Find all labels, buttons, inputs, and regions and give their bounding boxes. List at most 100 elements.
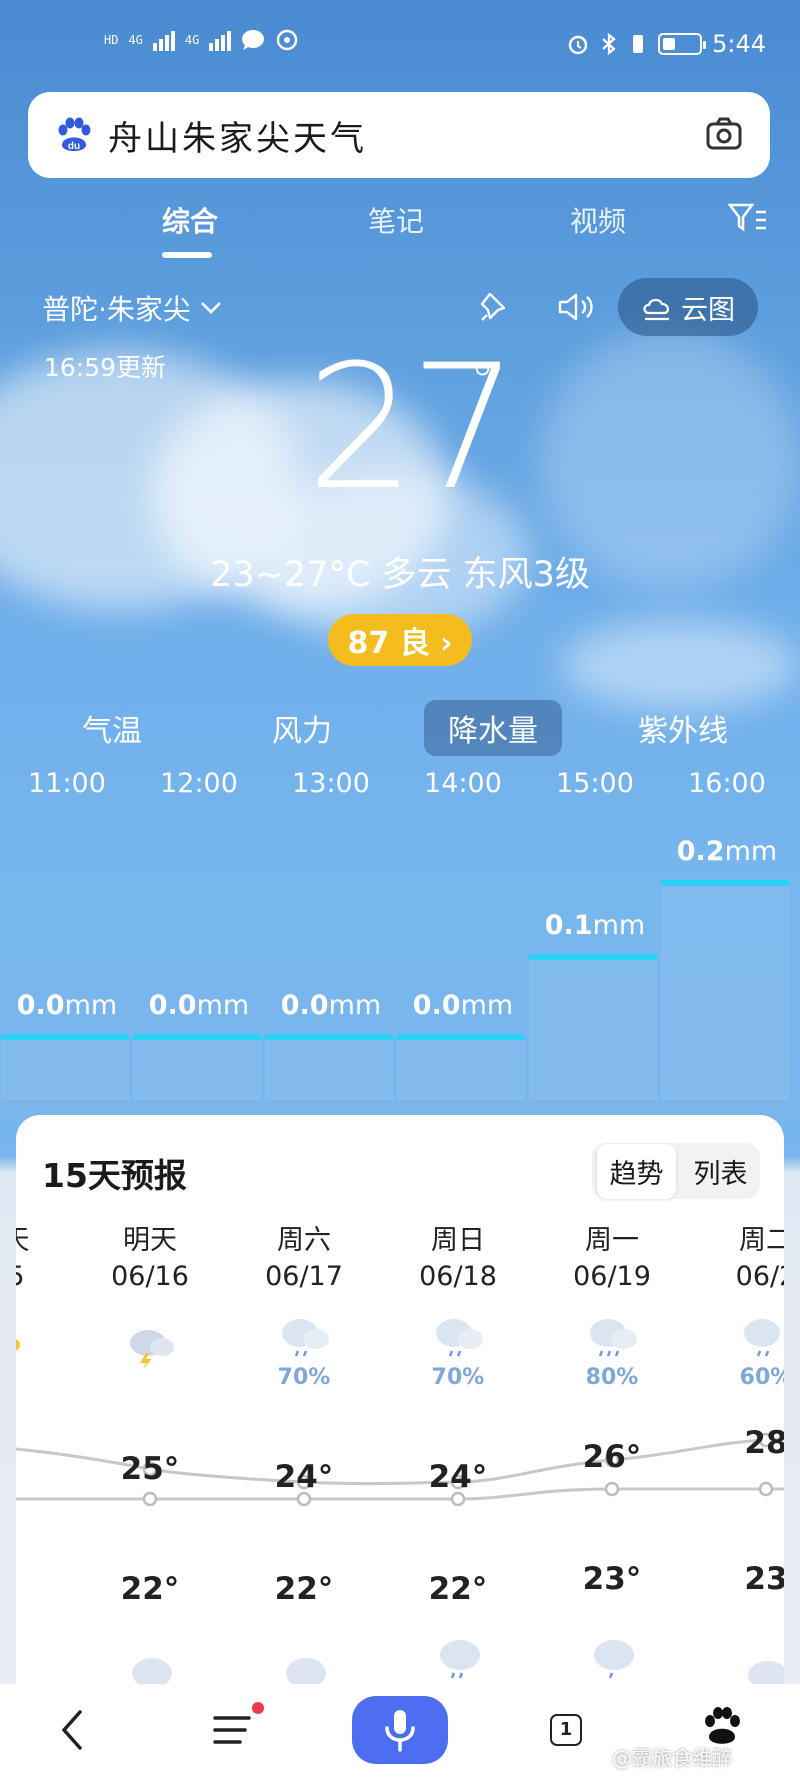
active-tab-indicator (162, 252, 212, 258)
hour-label: 14:00 (424, 768, 502, 799)
nfc-icon (277, 29, 298, 51)
precip-bar (661, 880, 789, 1100)
precip-bar (529, 954, 657, 1100)
day-date: 06/17 (265, 1261, 343, 1292)
precip-bar (265, 1034, 393, 1100)
precip-bar (133, 1034, 261, 1100)
forecast-card: 15天预报 趋势 列表 天 5 明天 06/16 周六 06/17 周日 06/… (16, 1115, 784, 1715)
low-temp-point (142, 1491, 158, 1507)
metric-tab-precipitation[interactable]: 降水量 (424, 700, 562, 756)
precip-chance: 80% (585, 1365, 639, 1390)
thunderstorm-icon (130, 1330, 174, 1369)
high-temp-value: 24° (274, 1459, 334, 1495)
day-label[interactable]: 明天 (80, 1218, 220, 1257)
chevron-down-icon[interactable] (199, 300, 223, 316)
cloud-map-button[interactable]: 云图 (618, 278, 758, 336)
precip-chance: 70% (277, 1365, 331, 1390)
low-temp-value: 23 (744, 1561, 784, 1597)
toggle-list[interactable]: 列表 (681, 1152, 760, 1191)
pin-icon[interactable] (478, 290, 512, 324)
battery-icon (658, 33, 707, 55)
alarm-icon (568, 35, 588, 55)
sun-icon (16, 1339, 20, 1351)
hour-label: 13:00 (292, 768, 370, 799)
metric-tab-wind[interactable]: 风力 (272, 706, 332, 750)
day-date: 06/19 (573, 1261, 651, 1292)
day-date: 5 (16, 1261, 86, 1292)
precip-value: 0.0mm (16, 990, 118, 1021)
update-time: 16:59更新 (44, 353, 167, 382)
forecast-title: 15天预报 (42, 1156, 187, 1195)
vibrate-icon (633, 35, 644, 53)
rain-cloud-icon (744, 1319, 780, 1357)
network-4g-label-2: 4G (184, 33, 200, 47)
camera-icon[interactable] (704, 114, 744, 154)
precip-bar (397, 1034, 525, 1100)
network-4g-label: 4G (128, 33, 143, 47)
view-toggle: 趋势 列表 (592, 1143, 760, 1199)
low-temp-point (758, 1481, 774, 1497)
day-date: 06/18 (419, 1261, 497, 1292)
metric-tab-temperature[interactable]: 气温 (82, 706, 142, 750)
day-label[interactable]: 周日 (388, 1218, 528, 1257)
precip-value: 0.0mm (148, 990, 250, 1021)
precip-value: 0.0mm (412, 990, 514, 1021)
aqi-badge[interactable]: 87 良 › (328, 614, 472, 666)
hour-label: 16:00 (688, 768, 766, 799)
notification-dot (252, 1702, 264, 1714)
metric-tab-uv[interactable]: 紫外线 (638, 706, 728, 750)
rain-cloud-icon (594, 1640, 634, 1679)
high-temp-value: 26° (582, 1439, 642, 1475)
precip-value: 0.1mm (544, 910, 646, 941)
search-query[interactable]: 舟山朱家尖天气 (108, 111, 367, 160)
hour-label: 15:00 (556, 768, 634, 799)
day-date: 06/2 (735, 1261, 784, 1292)
status-bar: HD 4G 4G 5:44 (0, 0, 800, 90)
weather-summary: 23~27°C 多云 东风3级 (210, 555, 590, 595)
day-label[interactable]: 周二 (696, 1218, 784, 1257)
voice-search-button[interactable] (352, 1696, 448, 1764)
clock: 5:44 (712, 30, 766, 58)
signal-icon-2 (209, 29, 232, 51)
degree-symbol: ° (470, 352, 495, 410)
tab-count-button[interactable]: 1 (550, 1714, 582, 1746)
rain-cloud-icon (590, 1319, 637, 1357)
back-icon[interactable] (58, 1708, 86, 1752)
location-name[interactable]: 普陀·朱家尖 (42, 288, 191, 328)
toggle-trend[interactable]: 趋势 (597, 1143, 676, 1199)
baidu-logo-icon: du (58, 117, 91, 152)
day-label[interactable]: 周六 (234, 1218, 374, 1257)
precip-chance: 70% (431, 1365, 485, 1390)
precip-value: 0.0mm (280, 990, 382, 1021)
tab-notes[interactable]: 笔记 (368, 200, 424, 240)
cloud-map-icon (643, 298, 670, 321)
day-label[interactable]: 周一 (542, 1218, 682, 1257)
hour-label: 11:00 (28, 768, 106, 799)
hd-badge: HD (104, 33, 119, 47)
rain-cloud-icon (436, 1319, 483, 1357)
search-bar[interactable]: du 舟山朱家尖天气 (28, 92, 770, 178)
result-tabs: 综合 笔记 视频 (0, 196, 800, 258)
svg-text:du: du (68, 141, 80, 152)
bluetooth-icon (602, 32, 616, 56)
high-temp-value: 25° (120, 1451, 180, 1487)
location-selector[interactable]: 普陀·朱家尖 (42, 288, 223, 328)
day-date: 06/16 (111, 1261, 189, 1292)
high-temp-value: 28 (744, 1425, 784, 1461)
rain-cloud-icon (282, 1319, 329, 1357)
low-temp-value: 22° (120, 1571, 180, 1607)
tab-videos[interactable]: 视频 (570, 200, 626, 240)
high-temp-value: 24° (428, 1459, 488, 1495)
speaker-icon[interactable] (556, 290, 596, 324)
low-temp-value: 22° (428, 1571, 488, 1607)
tab-all[interactable]: 综合 (162, 200, 218, 240)
low-temp-point (604, 1481, 620, 1497)
menu-icon[interactable] (212, 1712, 252, 1748)
precip-chance: 60% (739, 1365, 784, 1390)
watermark: @霸旅食维醉 (612, 1746, 732, 1770)
day-label: 天 (16, 1218, 86, 1257)
filter-icon[interactable] (728, 202, 768, 236)
cloud-map-label: 云图 (681, 294, 735, 326)
low-temp-value: 22° (274, 1571, 334, 1607)
low-temp-value: 23° (582, 1561, 642, 1597)
